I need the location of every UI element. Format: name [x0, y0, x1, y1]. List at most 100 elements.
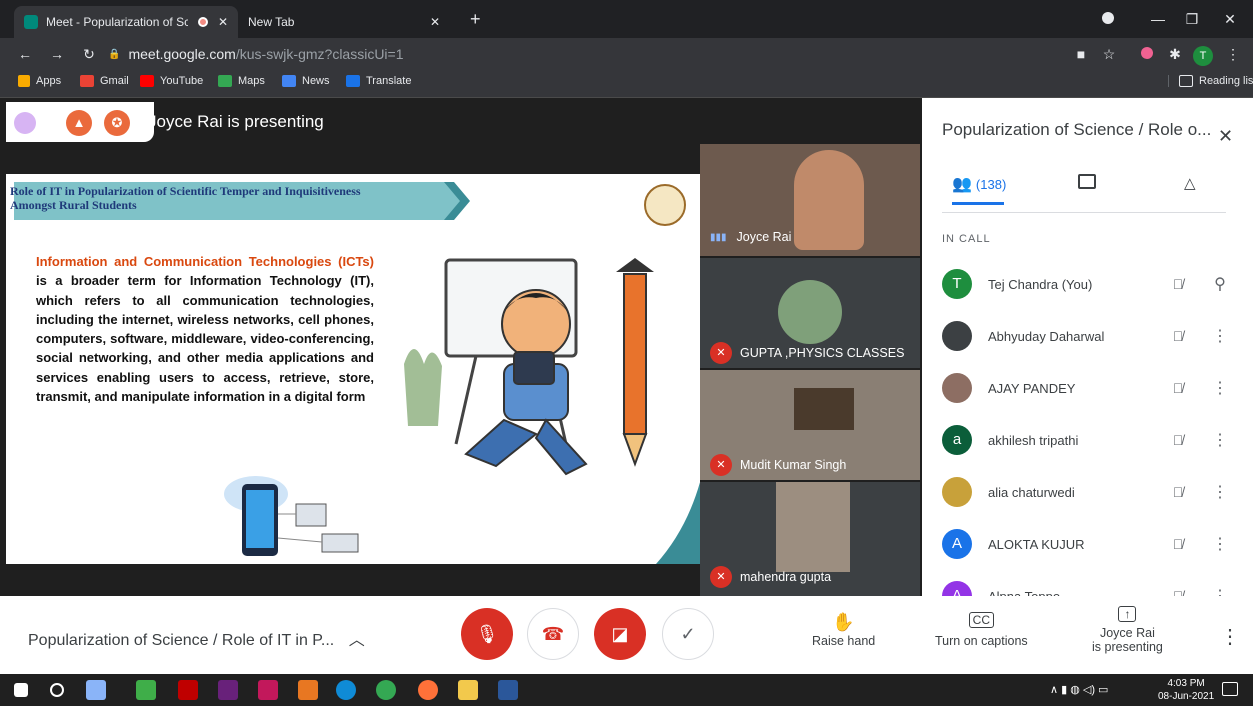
bookmark-apps[interactable]: Apps [18, 75, 61, 87]
chrome-icon[interactable] [376, 680, 396, 700]
more-options-icon[interactable]: ⋮ [1208, 534, 1232, 554]
profile-status-icon[interactable] [1096, 8, 1120, 30]
reload-icon[interactable]: ↻ [78, 43, 100, 65]
task-view-icon[interactable] [86, 680, 106, 700]
new-tab-button[interactable]: + [470, 10, 481, 28]
participant-name: akhilesh tripathi [988, 432, 1079, 448]
more-options-icon[interactable]: ⋮ [1220, 624, 1240, 649]
participant-video [794, 150, 864, 250]
tab-new-tab[interactable]: New Tab ✕ [238, 6, 458, 38]
firefox-icon[interactable] [418, 680, 438, 700]
url-path: /kus-swjk-gmz?classicUi=1 [235, 46, 404, 62]
close-tab-icon[interactable]: ✕ [430, 15, 440, 29]
close-window-icon[interactable]: ✕ [1218, 8, 1242, 30]
present-now-button[interactable]: ↑ Joyce Rai is presenting [1092, 606, 1163, 654]
mic-off-icon: 🎙̸ [1172, 432, 1184, 448]
recording-indicator-icon [197, 17, 208, 27]
matlab-icon[interactable] [298, 680, 318, 700]
participant-tile-presenter[interactable]: ▮▮▮ Joyce Rai [700, 144, 920, 256]
forward-icon[interactable]: → [46, 43, 68, 65]
lock-icon: 🔒 [108, 48, 121, 60]
participant-row[interactable]: a akhilesh tripathi 🎙̸ ⋮ [942, 414, 1232, 466]
avatar [942, 373, 972, 403]
camera-toggle-button[interactable]: ◪ [594, 608, 646, 660]
windows-taskbar: ∧ ▮ ◍ ◁) ▭ 4:03 PM 08-Jun-2021 [0, 674, 1253, 706]
filezilla-icon[interactable] [178, 680, 198, 700]
profile-avatar[interactable]: T [1192, 43, 1214, 66]
bookmark-gmail[interactable]: Gmail [80, 75, 129, 87]
participant-row[interactable]: Abhyuday Daharwal 🎙̸ ⋮ [942, 310, 1232, 362]
participant-row[interactable]: A ALOKTA KUJUR 🎙̸ ⋮ [942, 518, 1232, 570]
bookmark-youtube[interactable]: YouTube [140, 75, 203, 87]
bookmark-translate[interactable]: Translate [346, 75, 411, 87]
captions-button[interactable]: CC Turn on captions [935, 612, 1028, 648]
participant-row[interactable]: A Alpna Toppo 🎙̸ ⋮ [942, 570, 1232, 596]
meeting-details-button[interactable]: Popularization of Science / Role of IT i… [28, 626, 365, 650]
camera-icon[interactable]: ■ [1070, 43, 1092, 65]
close-tab-icon[interactable]: ✕ [218, 15, 228, 29]
bookmark-maps[interactable]: Maps [218, 75, 265, 87]
slide-teal-curve [655, 284, 700, 564]
participant-tile[interactable]: ✕ mahendra gupta [700, 482, 920, 596]
app-icon[interactable] [258, 680, 278, 700]
notifications-icon[interactable] [1222, 682, 1238, 696]
avatar: A [942, 529, 972, 559]
participant-row[interactable]: T Tej Chandra (You) 🎙̸ ⚲ [942, 258, 1232, 310]
star-app-icon[interactable]: ✪ [104, 110, 130, 136]
reading-list-button[interactable]: Reading list [1168, 75, 1253, 87]
more-options-icon[interactable]: ⋮ [1208, 482, 1232, 502]
mic-off-icon: ✕ [710, 342, 732, 364]
participant-name: AJAY PANDEY [988, 380, 1076, 396]
presenting-label: Joyce Rai is presenting [148, 112, 324, 131]
maps-icon [218, 75, 232, 87]
participant-name-label: ✕ mahendra gupta [710, 566, 831, 588]
apps-grid-icon [18, 75, 30, 87]
clock[interactable]: 4:03 PM 08-Jun-2021 [1158, 677, 1214, 703]
more-options-icon[interactable]: ⋮ [1208, 326, 1232, 346]
participant-video [794, 388, 854, 430]
file-explorer-icon[interactable] [458, 680, 478, 700]
participant-name: alia chaturwedi [988, 484, 1075, 500]
windows-start-icon[interactable] [14, 683, 28, 697]
chevron-up-icon: ︿ [348, 632, 365, 649]
back-icon[interactable]: ← [14, 43, 36, 65]
minimize-icon[interactable]: — [1146, 8, 1170, 30]
shared-screen-slide: Role of IT in Popularization of Scientif… [6, 174, 700, 564]
leave-call-button[interactable]: ☎ [527, 608, 579, 660]
more-options-icon[interactable]: ⋮ [1208, 586, 1232, 596]
people-panel: Popularization of Science / Role o... ✕ … [922, 98, 1253, 596]
avatar [942, 477, 972, 507]
extension-grid-icon[interactable] [14, 112, 36, 134]
extension-icon[interactable] [1136, 43, 1158, 65]
visual-studio-icon[interactable] [218, 680, 238, 700]
address-bar[interactable]: 🔒 meet.google.com/kus-swjk-gmz?classicUi… [108, 41, 908, 67]
puzzle-extensions-icon[interactable]: ✱ [1164, 43, 1186, 65]
bookmark-news[interactable]: News [282, 75, 330, 87]
edge-icon[interactable] [336, 680, 356, 700]
slide-heading: Role of IT in Popularization of Scientif… [10, 184, 430, 212]
participant-tile[interactable]: ✕ GUPTA ,PHYSICS CLASSES [700, 258, 920, 368]
meeting-stage: ▲ ✪ Joyce Rai is presenting Role of IT i… [0, 98, 922, 596]
participant-row[interactable]: alia chaturwedi 🎙̸ ⋮ [942, 466, 1232, 518]
raise-hand-button[interactable]: ✋ Raise hand [812, 612, 875, 648]
participant-row[interactable]: AJAY PANDEY 🎙̸ ⋮ [942, 362, 1232, 414]
app-icon[interactable] [136, 680, 156, 700]
pin-icon[interactable]: ⚲ [1208, 274, 1232, 294]
tab-title: Meet - Popularization of Scienc [46, 15, 188, 29]
participant-tile[interactable]: ✕ Mudit Kumar Singh [700, 370, 920, 480]
slide-heading-line-2: Amongst Rural Students [10, 198, 137, 212]
youtube-icon [140, 75, 154, 87]
more-options-icon[interactable]: ⋮ [1208, 430, 1232, 450]
microphone-toggle-button[interactable]: 🎙 [461, 608, 513, 660]
more-reactions-button[interactable]: ✓ [662, 608, 714, 660]
maximize-icon[interactable]: ❐ [1180, 8, 1204, 30]
triangle-app-icon[interactable]: ▲ [66, 110, 92, 136]
tab-meet[interactable]: Meet - Popularization of Scienc ✕ [14, 6, 238, 38]
word-icon[interactable] [498, 680, 518, 700]
system-tray-icons[interactable]: ∧ ▮ ◍ ◁) ▭ [1050, 683, 1108, 696]
search-icon[interactable] [50, 683, 64, 697]
bookmark-star-icon[interactable]: ☆ [1098, 43, 1120, 65]
more-options-icon[interactable]: ⋮ [1208, 378, 1232, 398]
bookmarks-bar: Apps Gmail YouTube Maps News Translate R… [0, 70, 1253, 98]
browser-menu-icon[interactable]: ⋮ [1222, 43, 1244, 65]
